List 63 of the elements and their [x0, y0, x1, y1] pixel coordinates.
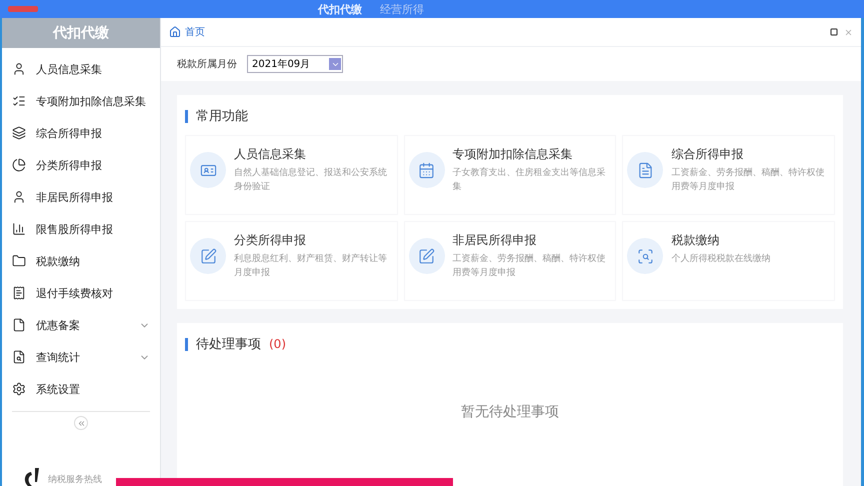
logo-icon — [22, 468, 42, 486]
calendar-icon — [408, 152, 445, 188]
function-card[interactable]: 非居民所得申报 工资薪金、劳务报酬、稿酬、特许权使用费等月度申报 — [404, 221, 616, 301]
document-icon — [12, 318, 26, 332]
sidebar-item[interactable]: 优惠备案 — [2, 309, 160, 341]
empty-message: 暂无待处理事项 — [460, 403, 560, 421]
receipt-icon — [12, 286, 26, 300]
sidebar-item[interactable]: 系统设置 — [2, 373, 160, 405]
folder-icon — [12, 254, 26, 268]
sidebar-item[interactable]: 人员信息采集 — [2, 53, 160, 85]
section-title: 待处理事项 — [196, 336, 261, 353]
person-icon — [12, 190, 26, 204]
function-description: 个人所得税税款在线缴纳 — [671, 252, 770, 266]
function-description: 利息股息红利、财产租赁、财产转让等月度申报 — [234, 252, 388, 280]
id-card-icon — [190, 152, 226, 188]
function-title: 综合所得申报 — [671, 146, 744, 163]
sidebar-item[interactable]: 综合所得申报 — [2, 117, 160, 149]
pending-count: (0) — [269, 337, 286, 351]
list-icon — [12, 94, 26, 108]
sidebar-title: 代扣代缴 — [2, 18, 160, 48]
person-icon — [12, 62, 26, 76]
close-icon[interactable] — [844, 28, 853, 36]
restore-icon[interactable] — [830, 28, 838, 36]
function-title: 分类所得申报 — [234, 232, 307, 249]
function-card[interactable]: 人员信息采集 自然人基础信息登记、报送和公安系统身份验证 — [185, 135, 398, 215]
function-title: 专项附加扣除信息采集 — [452, 146, 574, 163]
function-card[interactable]: 专项附加扣除信息采集 子女教育支出、住房租金支出等信息采集 — [404, 135, 616, 215]
logo-icon — [8, 5, 38, 13]
document-icon — [627, 152, 664, 188]
month-select[interactable]: 2021年09月 — [247, 55, 343, 73]
sidebar-item[interactable]: 退付手续费核对 — [2, 277, 160, 309]
function-description: 自然人基础信息登记、报送和公安系统身份验证 — [234, 166, 388, 194]
function-description: 工资薪金、劳务报酬、稿酬、特许权使用费等月度申报 — [671, 166, 826, 194]
sidebar-item[interactable]: 分类所得申报 — [2, 149, 160, 181]
sidebar-item[interactable]: 专项附加扣除信息采集 — [2, 85, 160, 117]
hotline-text: 纳税服务热线 — [48, 474, 102, 486]
section-title: 常用功能 — [196, 108, 248, 125]
function-title: 人员信息采集 — [234, 146, 307, 163]
function-title: 非居民所得申报 — [452, 232, 538, 249]
function-card[interactable]: 分类所得申报 利息股息红利、财产租赁、财产转让等月度申报 — [185, 221, 398, 301]
function-card[interactable]: 税款缴纳 个人所得税税款在线缴纳 — [622, 221, 835, 301]
edit-icon — [190, 238, 226, 274]
dropdown-button[interactable] — [329, 58, 341, 70]
home-icon — [169, 26, 181, 38]
sidebar-item[interactable]: 非居民所得申报 — [2, 181, 160, 213]
sidebar-item[interactable]: 税款缴纳 — [2, 245, 160, 277]
search-icon — [12, 350, 26, 364]
function-card[interactable]: 综合所得申报 工资薪金、劳务报酬、稿酬、特许权使用费等月度申报 — [622, 135, 835, 215]
home-tab[interactable]: 首页 — [185, 25, 205, 39]
pie-chart-icon — [12, 158, 26, 172]
layers-icon — [12, 126, 26, 140]
sidebar-item[interactable]: 限售股所得申报 — [2, 213, 160, 245]
field-label: 税款所属月份 — [177, 58, 237, 71]
edit-icon — [408, 238, 445, 274]
bar-chart-icon — [12, 222, 26, 236]
function-title: 税款缴纳 — [671, 232, 720, 249]
card-search-icon — [627, 238, 664, 274]
collapse-button[interactable] — [74, 416, 88, 430]
settings-icon — [12, 382, 26, 396]
double-chevron-left-icon — [76, 418, 86, 428]
sidebar-item[interactable]: 查询统计 — [2, 341, 160, 373]
function-description: 子女教育支出、住房租金支出等信息采集 — [452, 166, 607, 194]
function-description: 工资薪金、劳务报酬、稿酬、特许权使用费等月度申报 — [452, 252, 607, 280]
